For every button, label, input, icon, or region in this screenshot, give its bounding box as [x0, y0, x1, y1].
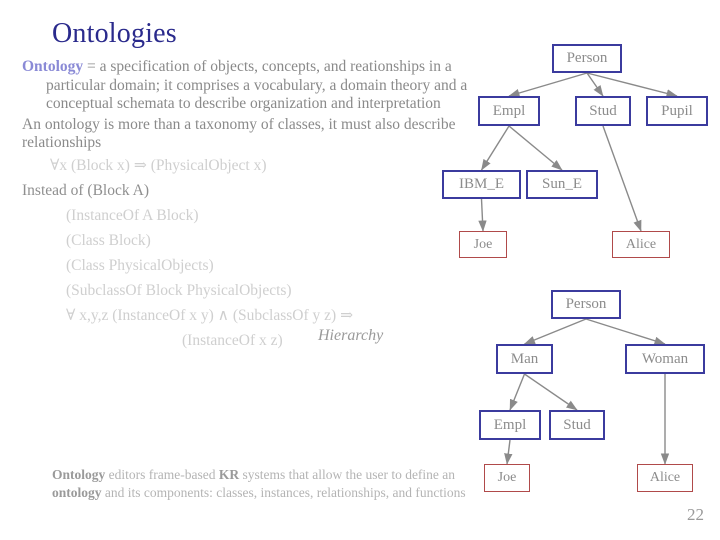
- node-sun_e: Sun_E: [526, 170, 598, 199]
- node-alice: Alice: [612, 231, 670, 258]
- node-joe: Joe: [459, 231, 507, 258]
- page-number: 22: [687, 505, 704, 524]
- edge-person-to-empl: [508, 72, 588, 98]
- closing-paragraph: Ontology editors frame-based KR systems …: [52, 466, 472, 502]
- formula-line: (Class Block): [66, 231, 151, 249]
- edge-man-to-stud2: [524, 373, 578, 411]
- node-empl2: Empl: [479, 410, 541, 440]
- node-woman: Woman: [625, 344, 705, 374]
- body-text-column: Ontology = a specification of objects, c…: [22, 58, 472, 353]
- edge-person-to-stud: [586, 72, 604, 97]
- closing-mid1: editors frame-based: [105, 467, 219, 482]
- closing-lead: Ontology: [52, 467, 106, 482]
- edge-person-to-pupil: [586, 72, 678, 98]
- node-ibm_e: IBM_E: [442, 170, 521, 199]
- edge-person2-to-man: [523, 318, 587, 345]
- edge-person2-to-woman: [585, 318, 666, 345]
- closing-mid2: systems that allow the user to define an: [239, 467, 456, 482]
- edge-man-to-empl2: [509, 373, 526, 411]
- closing-bold-ontology: ontology: [52, 485, 102, 500]
- definition-rest: = a specification of objects, concepts, …: [46, 58, 468, 113]
- formula-line: Instead of (Block A): [22, 181, 149, 199]
- closing-tail: and its components: classes, instances, …: [101, 485, 466, 500]
- node-person: Person: [552, 44, 622, 73]
- node-stud: Stud: [575, 96, 631, 126]
- formula-line: (SubclassOf Block PhysicalObjects): [66, 281, 292, 299]
- node-stud2: Stud: [549, 410, 605, 440]
- node-empl: Empl: [478, 96, 540, 126]
- closing-bold-kr: KR: [218, 467, 240, 482]
- edge-ibm_e-to-joe: [478, 198, 487, 232]
- node-alice2: Alice: [637, 464, 693, 492]
- page-title: Ontologies: [52, 18, 177, 49]
- node-pupil: Pupil: [646, 96, 708, 126]
- slide-canvas: Ontologies Ontology = a specification of…: [0, 0, 720, 540]
- formula-line: (InstanceOf A Block): [66, 206, 199, 224]
- definition-keyword: Ontology: [22, 58, 84, 75]
- definition-paragraph: Ontology = a specification of objects, c…: [22, 58, 472, 114]
- statement-paragraph: An ontology is more than a taxonomy of c…: [22, 115, 456, 152]
- edge-stud-to-alice: [602, 125, 642, 232]
- formula-line: ∀ x,y,z (InstanceOf x y) ∧ (SubclassOf y…: [66, 306, 354, 324]
- formula-line: (Class PhysicalObjects): [66, 256, 214, 274]
- node-joe2: Joe: [484, 464, 530, 492]
- hierarchy-label: Hierarchy: [318, 327, 384, 344]
- edge-empl-to-ibm_e: [480, 125, 510, 171]
- formula-list: ∀x (Block x) ⇒ (PhysicalObject x) Instead…: [22, 153, 472, 353]
- edge-empl-to-sun_e: [508, 125, 563, 171]
- node-man: Man: [496, 344, 553, 374]
- formula-line: ∀x (Block x) ⇒ (PhysicalObject x): [50, 156, 267, 174]
- formula-line: (InstanceOf x z): [182, 331, 283, 349]
- node-person2: Person: [551, 290, 621, 319]
- edge-empl2-to-joe2: [504, 439, 513, 465]
